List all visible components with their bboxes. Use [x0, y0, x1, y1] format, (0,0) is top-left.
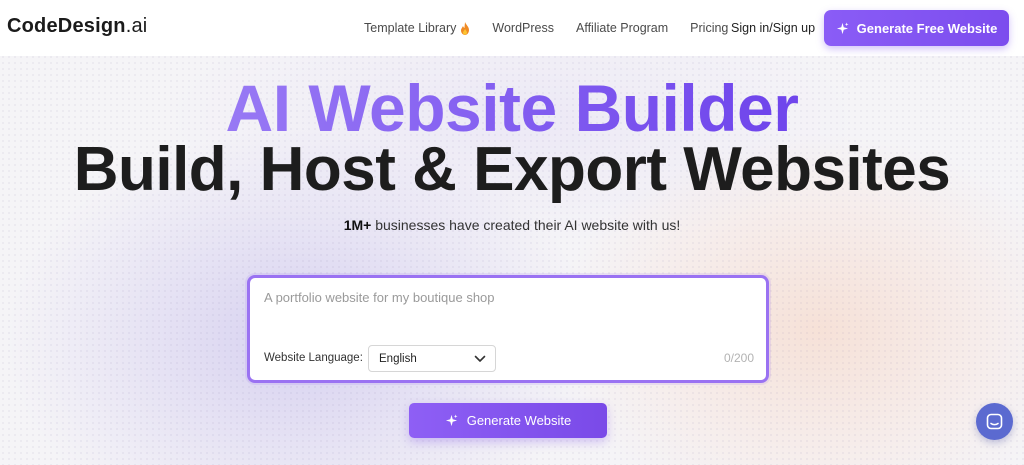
logo[interactable]: CodeDesign.ai — [7, 15, 147, 38]
language-select[interactable]: English — [368, 345, 496, 372]
language-label: Website Language: — [264, 352, 363, 364]
tagline-count: 1M+ — [343, 217, 372, 233]
hero-subtitle: Build, Host & Export Websites — [73, 135, 951, 204]
top-navbar: CodeDesign.ai Template Library WordPress… — [0, 0, 1024, 56]
website-description-input[interactable] — [264, 290, 754, 330]
main-nav: Template Library WordPress Affiliate Pro… — [364, 0, 750, 56]
character-counter: 0/200 — [723, 351, 754, 365]
chat-icon — [986, 413, 1003, 430]
nav-wordpress[interactable]: WordPress — [492, 21, 554, 35]
chat-widget-button[interactable] — [976, 403, 1013, 440]
logo-main: CodeDesign — [7, 15, 126, 37]
generate-website-button[interactable]: Generate Website — [409, 403, 607, 438]
chevron-down-icon — [474, 355, 486, 362]
tagline: 1M+ businesses have created their AI web… — [0, 217, 1024, 233]
nav-affiliate-program[interactable]: Affiliate Program — [576, 21, 668, 35]
generate-free-website-label: Generate Free Website — [856, 20, 998, 36]
logo-suffix: .ai — [125, 15, 148, 37]
sparkle-icon — [836, 21, 849, 34]
nav-template-library-label: Template Library — [364, 21, 457, 35]
generate-website-label: Generate Website — [466, 413, 572, 428]
language-selected-value: English — [379, 352, 417, 365]
prompt-card: Website Language: English 0/200 — [247, 275, 769, 383]
signin-link[interactable]: Sign in/Sign up — [731, 21, 815, 35]
tagline-text: businesses have created their AI website… — [371, 217, 681, 233]
nav-template-library[interactable]: Template Library — [364, 21, 470, 35]
sparkle-icon — [445, 414, 458, 427]
nav-pricing[interactable]: Pricing — [690, 21, 728, 35]
generate-free-website-button[interactable]: Generate Free Website — [824, 10, 1009, 46]
fire-icon — [461, 21, 470, 35]
